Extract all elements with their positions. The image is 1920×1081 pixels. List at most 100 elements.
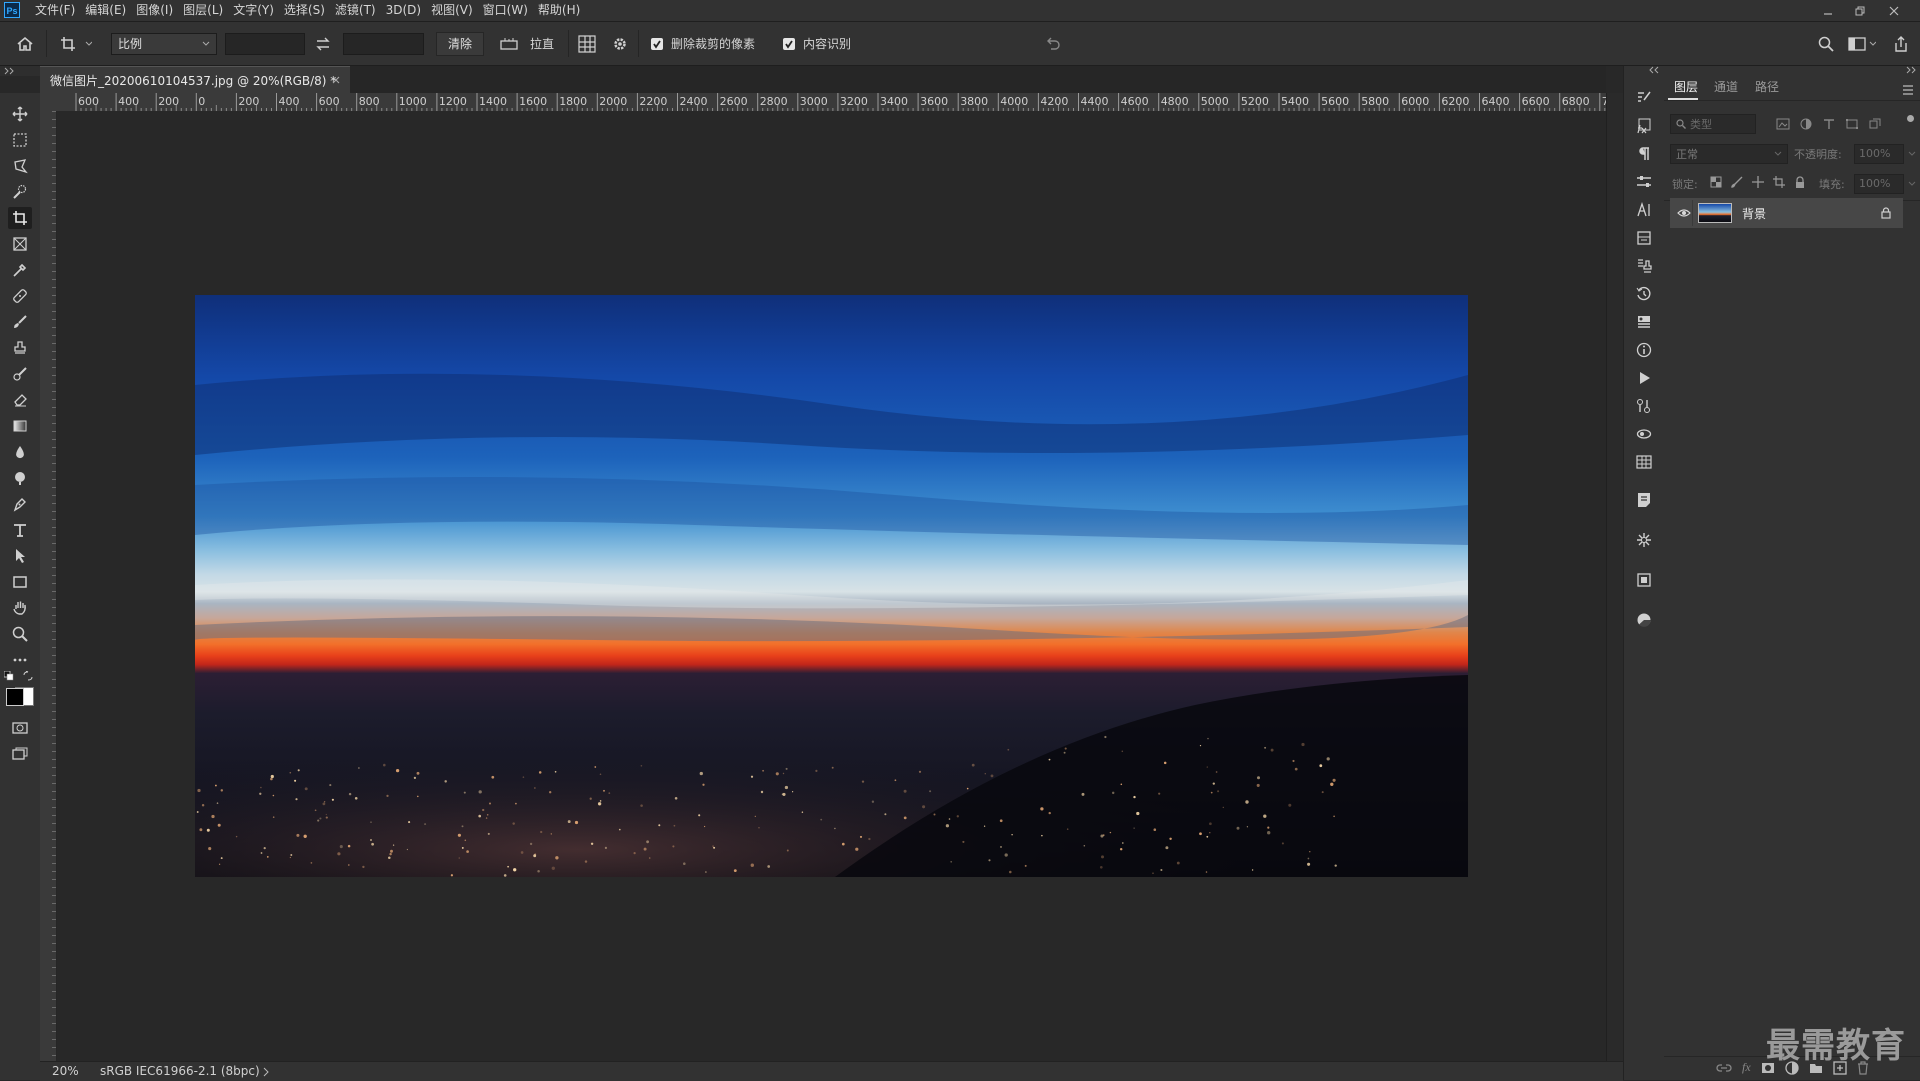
screen-mode-icon[interactable]	[8, 743, 32, 765]
filter-toggle[interactable]	[1907, 115, 1914, 122]
marquee-tool-icon[interactable]	[8, 129, 32, 151]
overlay-grid-icon[interactable]	[578, 22, 596, 65]
close-tab-icon[interactable]	[332, 76, 340, 84]
delete-cropped-checkbox[interactable]	[651, 37, 663, 50]
lock-position-icon[interactable]	[1752, 176, 1764, 188]
color-profile-info[interactable]: sRGB IEC61966-2.1 (8bpc)	[100, 1064, 260, 1078]
filter-type-icon[interactable]	[1822, 118, 1836, 130]
menu-3d[interactable]: 3D(D)	[381, 0, 426, 21]
chevron-down-icon[interactable]	[1908, 151, 1916, 157]
menu-image[interactable]: 图像(I)	[131, 0, 178, 21]
adjustments-icon[interactable]	[1634, 172, 1654, 192]
lasso-tool-icon[interactable]	[8, 155, 32, 177]
document-tab[interactable]: 微信图片_20200610104537.jpg @ 20%(RGB/8) *	[40, 66, 350, 93]
styles-fx-icon[interactable]	[1634, 116, 1654, 136]
ratio-select[interactable]: 比例	[111, 32, 217, 55]
paragraph-icon[interactable]	[1634, 144, 1654, 164]
menu-help[interactable]: 帮助(H)	[533, 0, 585, 21]
double-chevron-icon[interactable]	[1648, 66, 1660, 74]
straighten-label[interactable]: 拉直	[530, 35, 554, 52]
type-tool-icon[interactable]	[8, 519, 32, 541]
rectangle-tool-icon[interactable]	[8, 571, 32, 593]
close-icon[interactable]	[1878, 0, 1910, 21]
panel-menu-icon[interactable]	[1902, 85, 1914, 95]
info-icon[interactable]	[1634, 340, 1654, 360]
history-brush-tool-icon[interactable]	[8, 363, 32, 385]
double-chevron-icon[interactable]	[1906, 66, 1918, 74]
notes-icon[interactable]	[1634, 490, 1654, 510]
undo-reset-icon[interactable]	[1045, 22, 1061, 65]
pen-tool-icon[interactable]	[8, 493, 32, 515]
export-panel-icon[interactable]	[1634, 570, 1654, 590]
clone-source-icon[interactable]	[1634, 256, 1654, 276]
content-aware-checkbox[interactable]	[783, 37, 795, 50]
blur-tool-icon[interactable]	[8, 441, 32, 463]
lock-artboard-icon[interactable]	[1773, 176, 1785, 188]
fill-input[interactable]: 100%	[1854, 174, 1904, 194]
fx-icon[interactable]: fx	[1742, 1060, 1751, 1075]
menu-select[interactable]: 选择(S)	[279, 0, 330, 21]
gradient-tool-icon[interactable]	[8, 415, 32, 437]
tab-channels[interactable]: 通道	[1714, 76, 1738, 98]
layer-filter-select[interactable]: 类型	[1670, 114, 1756, 134]
tab-layers[interactable]: 图层	[1674, 76, 1698, 98]
minimize-icon[interactable]	[1812, 0, 1844, 21]
vertical-scrollbar[interactable]	[1606, 93, 1624, 1061]
brush-tool-icon[interactable]	[8, 311, 32, 333]
crop-tool-preset-icon[interactable]	[60, 22, 92, 65]
swap-colors-icon[interactable]	[23, 671, 33, 681]
brush-settings-icon[interactable]	[1634, 88, 1654, 108]
width-input[interactable]	[225, 32, 305, 55]
timeline-icon[interactable]	[1634, 396, 1654, 416]
lock-image-icon[interactable]	[1731, 176, 1743, 188]
clone-stamp-tool-icon[interactable]	[8, 337, 32, 359]
properties-icon[interactable]	[1634, 228, 1654, 248]
filter-pixel-icon[interactable]	[1776, 118, 1790, 130]
more-tools-icon[interactable]	[8, 649, 32, 671]
filter-smart-object-icon[interactable]	[1868, 118, 1882, 130]
default-colors-icon[interactable]	[4, 671, 14, 681]
chevron-down-icon[interactable]	[1908, 181, 1916, 187]
path-selection-tool-icon[interactable]	[8, 545, 32, 567]
menu-file[interactable]: 文件(F)	[30, 0, 80, 21]
search-icon[interactable]	[1818, 22, 1834, 65]
move-tool-icon[interactable]	[8, 103, 32, 125]
crop-tool-icon[interactable]	[8, 207, 32, 229]
swap-dimensions-icon[interactable]	[315, 22, 331, 65]
foreground-color-swatch[interactable]	[6, 688, 24, 706]
clear-button[interactable]: 清除	[436, 31, 484, 56]
link-layers-icon[interactable]	[1716, 1062, 1732, 1074]
height-input[interactable]	[343, 32, 424, 55]
eye-visibility-icon[interactable]	[1677, 208, 1691, 218]
gear-icon[interactable]	[612, 22, 628, 65]
quick-mask-icon[interactable]	[8, 717, 32, 739]
filter-shape-icon[interactable]	[1845, 118, 1859, 130]
hand-tool-icon[interactable]	[8, 597, 32, 619]
menu-view[interactable]: 视图(V)	[426, 0, 478, 21]
filter-adjustment-icon[interactable]	[1799, 118, 1813, 130]
tab-paths[interactable]: 路径	[1755, 76, 1779, 98]
layer-row-background[interactable]: 背景	[1670, 198, 1903, 228]
home-icon[interactable]	[16, 22, 34, 65]
snowflake-icon[interactable]	[1634, 530, 1654, 550]
workspace-icon[interactable]	[1848, 22, 1876, 65]
menu-layer[interactable]: 图层(L)	[178, 0, 228, 21]
healing-brush-tool-icon[interactable]	[8, 285, 32, 307]
frame-tool-icon[interactable]	[8, 233, 32, 255]
menu-filter[interactable]: 滤镜(T)	[330, 0, 381, 21]
lock-transparent-icon[interactable]	[1710, 176, 1722, 188]
eraser-tool-icon[interactable]	[8, 389, 32, 411]
zoom-tool-icon[interactable]	[8, 623, 32, 645]
quick-selection-tool-icon[interactable]	[8, 181, 32, 203]
collapse-toolbar-handle[interactable]	[0, 66, 40, 76]
lock-all-icon[interactable]	[1794, 176, 1806, 188]
eyedropper-tool-icon[interactable]	[8, 259, 32, 281]
blend-mode-select[interactable]: 正常	[1670, 144, 1788, 164]
share-icon[interactable]	[1893, 22, 1909, 65]
measurement-table-icon[interactable]	[1634, 452, 1654, 472]
menu-window[interactable]: 窗口(W)	[478, 0, 533, 21]
color-wheel-icon[interactable]	[1634, 610, 1654, 630]
zoom-level[interactable]: 20%	[52, 1064, 79, 1078]
libraries-icon[interactable]	[1634, 312, 1654, 332]
menu-edit[interactable]: 编辑(E)	[80, 0, 131, 21]
